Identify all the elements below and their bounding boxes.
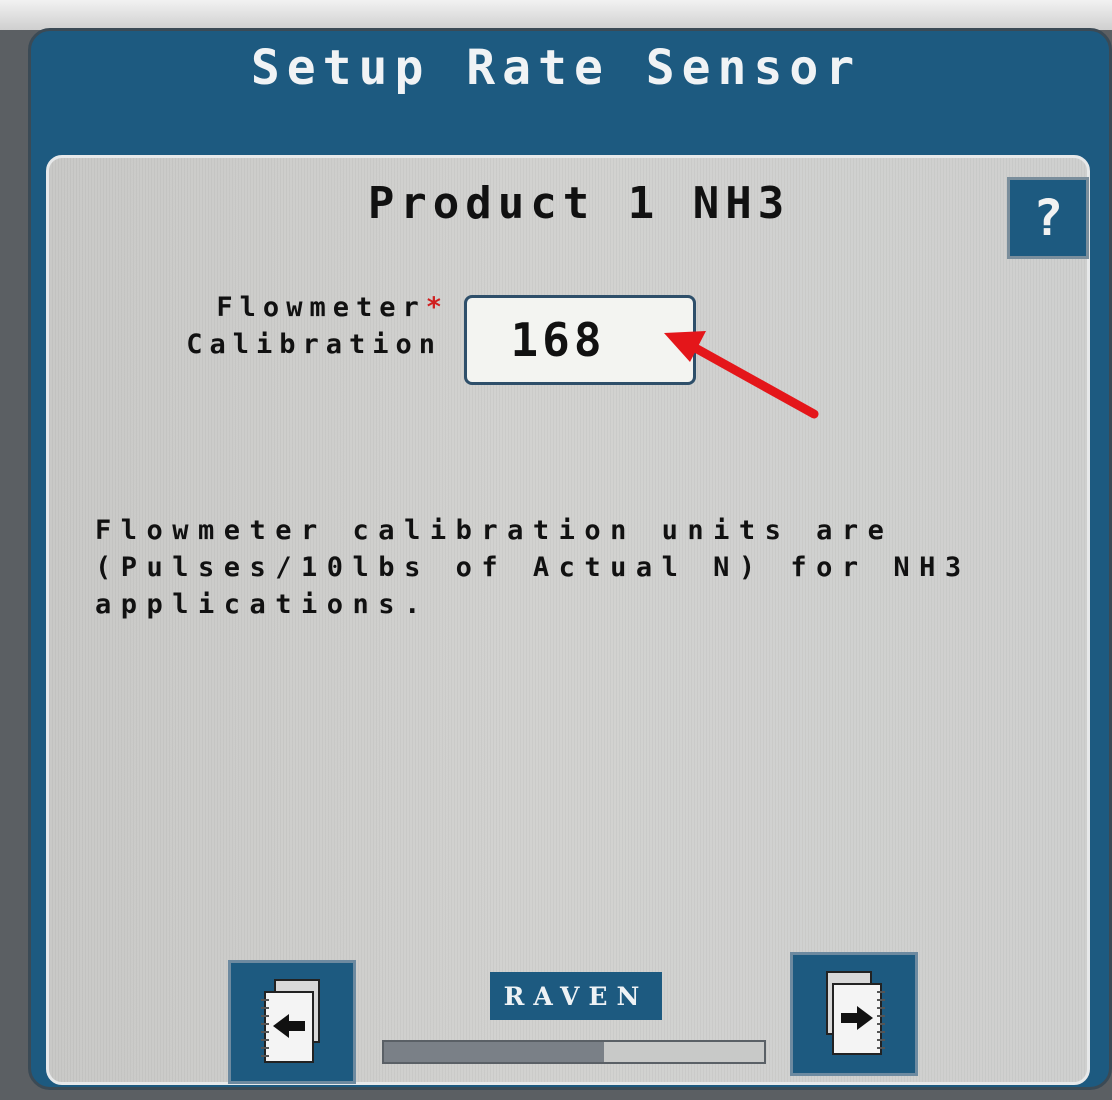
page-forward-icon [826, 971, 885, 1055]
raven-logo: RAVEN [490, 972, 662, 1020]
flowmeter-calibration-label: Flowmeter* Calibration [112, 289, 442, 363]
required-mark: * [425, 292, 442, 323]
info-line: Flowmeter calibration units are [95, 515, 894, 546]
brand-text: RAVEN [503, 981, 649, 1011]
bezel-top [0, 0, 1112, 30]
label-line-1: Flowmeter [216, 292, 426, 323]
product-heading: Product 1 NH3 [367, 178, 791, 229]
calibration-info-text: Flowmeter calibration units are (Pulses/… [95, 512, 1055, 623]
flowmeter-calibration-input[interactable]: 168 [464, 295, 696, 385]
screen-title: Setup Rate Sensor [250, 40, 862, 96]
help-icon: ? [1032, 189, 1064, 247]
help-button[interactable]: ? [1007, 177, 1089, 259]
info-line: applications. [95, 589, 430, 620]
page-back-icon [261, 979, 320, 1063]
label-line-2: Calibration [186, 329, 442, 360]
next-page-button[interactable] [790, 952, 918, 1076]
previous-page-button[interactable] [228, 960, 356, 1084]
flowmeter-calibration-value: 168 [510, 313, 606, 367]
info-line: (Pulses/10lbs of Actual N) for NH3 [95, 552, 971, 583]
progress-bar [382, 1040, 766, 1064]
progress-fill [384, 1042, 605, 1062]
